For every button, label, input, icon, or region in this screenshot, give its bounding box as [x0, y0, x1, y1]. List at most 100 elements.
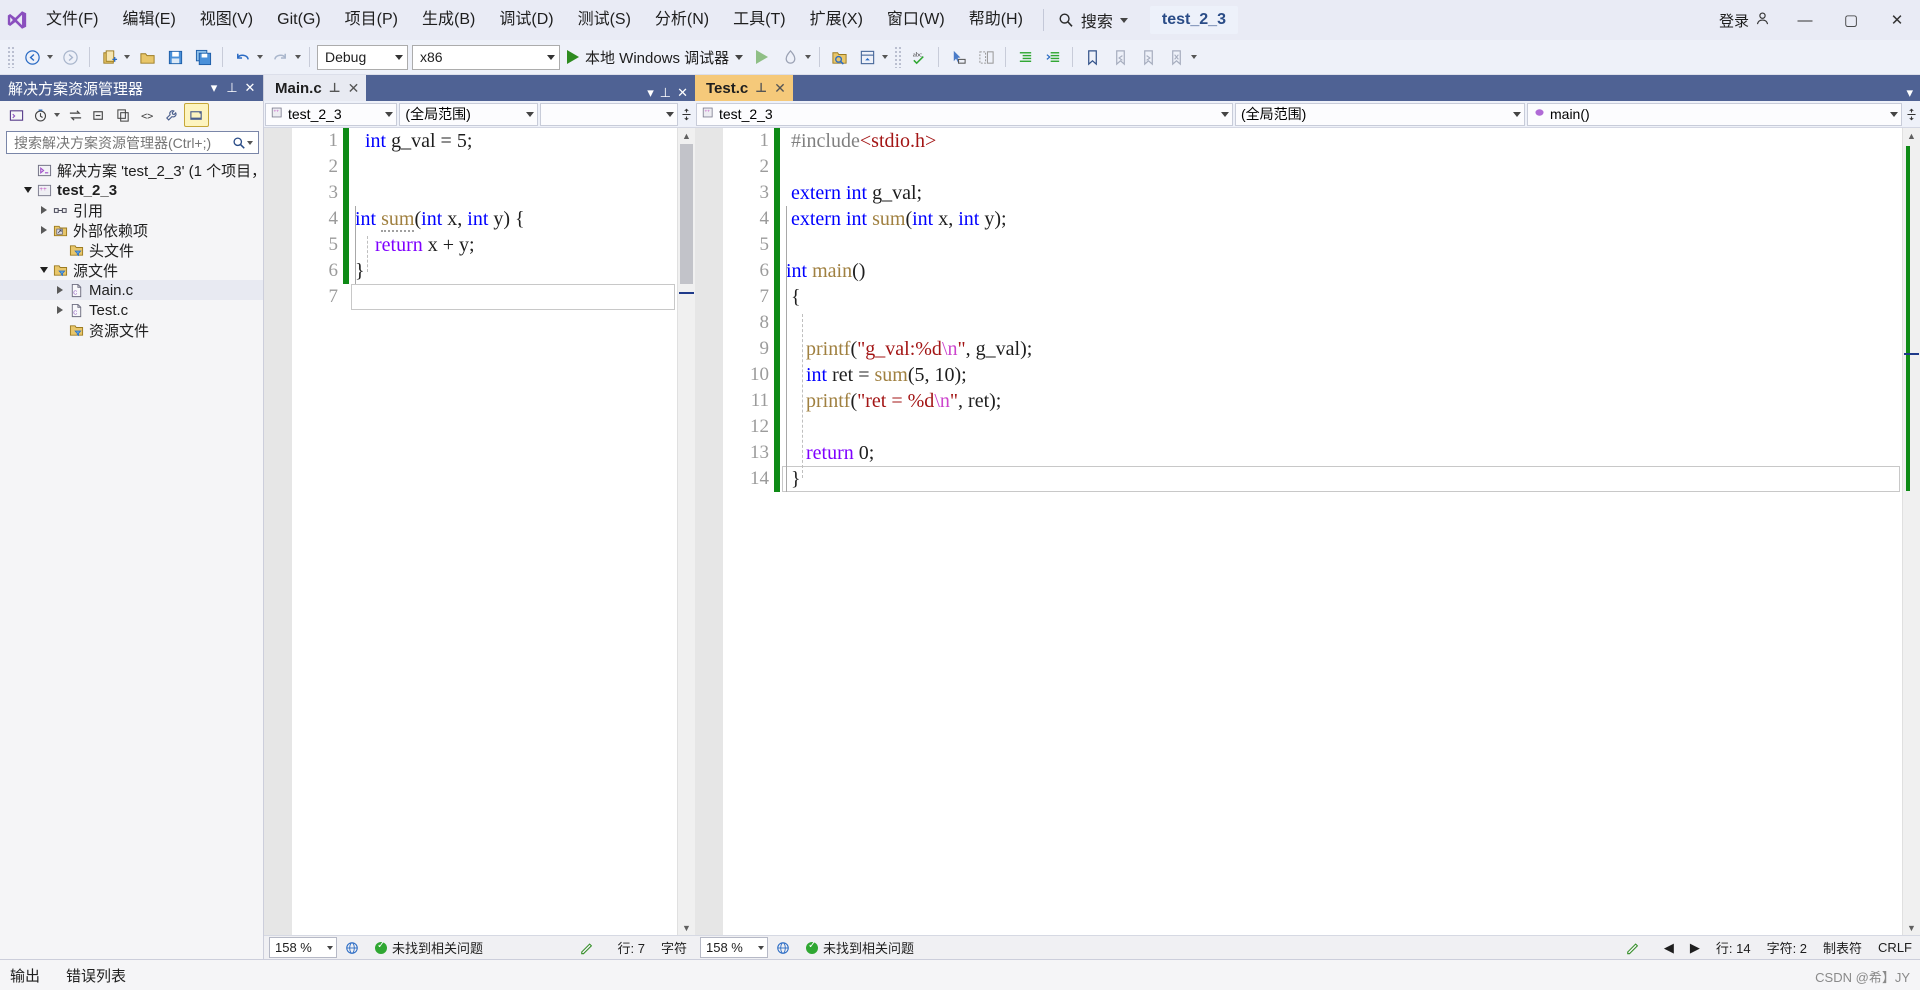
- minimize-button[interactable]: —: [1782, 0, 1828, 40]
- home-view-icon[interactable]: [5, 104, 28, 126]
- code-line[interactable]: return x + y;: [349, 232, 677, 258]
- menu-build[interactable]: 生成(B): [410, 0, 487, 40]
- chevron-right-icon[interactable]: [36, 201, 52, 219]
- redo-icon[interactable]: [267, 44, 293, 70]
- tree-item-test_2_3[interactable]: + + test_2_3: [0, 180, 263, 200]
- bookmark-icon[interactable]: [1079, 44, 1105, 70]
- code-line[interactable]: #include<stdio.h>: [780, 128, 1902, 154]
- hot-reload-dropdown-icon[interactable]: [805, 55, 812, 59]
- properties-icon[interactable]: [160, 104, 183, 126]
- chevron-right-icon[interactable]: [36, 221, 52, 239]
- search-icon[interactable]: [231, 135, 246, 150]
- editor-body-left[interactable]: 1 2 3 4 5 6 7 int g_val = 5; −int sum(int x, in…: [264, 128, 695, 935]
- close-button[interactable]: ✕: [1874, 0, 1920, 40]
- undo-icon[interactable]: [229, 44, 255, 70]
- chevron-right-icon[interactable]: [52, 301, 68, 319]
- tab-main-c[interactable]: Main.c ⊥ ✕: [264, 75, 367, 101]
- member-select-left[interactable]: [539, 102, 678, 126]
- open-file-icon[interactable]: [134, 44, 160, 70]
- solution-configuration-select[interactable]: Debug: [317, 44, 408, 70]
- scope-select-right[interactable]: (全局范围): [1235, 102, 1525, 126]
- editor-body-right[interactable]: 1 2 3 4 5 6 7 8 9 10 11 12 13 14 #include<stdio.h> ex…: [695, 128, 1920, 935]
- scope-select-left[interactable]: (全局范围): [399, 102, 538, 126]
- bookmark-clear-icon[interactable]: [1163, 44, 1189, 70]
- bookmark-next-icon[interactable]: [1135, 44, 1161, 70]
- pin-icon[interactable]: ⊥: [660, 85, 671, 101]
- menu-git[interactable]: Git(G): [265, 0, 333, 40]
- scroll-up-arrow-icon[interactable]: ▲: [678, 128, 695, 143]
- bookmark-prev-icon[interactable]: [1107, 44, 1133, 70]
- menu-edit[interactable]: 编辑(E): [110, 0, 187, 40]
- close-icon[interactable]: ✕: [348, 80, 360, 97]
- toolbar-overflow-icon[interactable]: [1191, 55, 1198, 59]
- zoom-level-right[interactable]: 158 %: [700, 937, 768, 958]
- code-line[interactable]: int ret = sum(5, 10);: [780, 362, 1902, 388]
- chevron-down-icon[interactable]: [54, 113, 60, 117]
- close-icon[interactable]: ✕: [677, 85, 688, 101]
- edit-icon[interactable]: [572, 941, 610, 955]
- chevron-down-icon[interactable]: [247, 140, 253, 145]
- layout-dropdown-icon[interactable]: [882, 55, 889, 59]
- menu-tools[interactable]: 工具(T): [721, 0, 797, 40]
- search-input[interactable]: [12, 133, 231, 152]
- code-line[interactable]: {: [780, 284, 1902, 310]
- tree-item-node-3[interactable]: 外部依赖项: [0, 220, 263, 240]
- quick-search-button[interactable]: 搜索: [1052, 0, 1134, 40]
- navigate-forward-icon[interactable]: [57, 44, 83, 70]
- menu-view[interactable]: 视图(V): [188, 0, 265, 40]
- code-line[interactable]: }: [349, 258, 677, 284]
- refresh-icon[interactable]: [112, 104, 135, 126]
- member-select-right[interactable]: main(): [1527, 102, 1902, 126]
- code-line[interactable]: printf("ret = %d\n", ret);: [780, 388, 1902, 414]
- close-icon[interactable]: ✕: [241, 78, 259, 98]
- project-select-left[interactable]: ++ test_2_3: [265, 102, 398, 126]
- toolbar-grip-2[interactable]: [894, 46, 903, 68]
- code-line[interactable]: [780, 232, 1902, 258]
- menu-file[interactable]: 文件(F): [34, 0, 110, 40]
- code-line[interactable]: [780, 154, 1902, 180]
- start-debugging-button[interactable]: 本地 Windows 调试器: [562, 44, 748, 70]
- menu-extensions[interactable]: 扩展(X): [798, 0, 875, 40]
- new-project-icon[interactable]: [96, 44, 122, 70]
- vertical-scrollbar-right[interactable]: ▲ ▼: [1902, 128, 1920, 935]
- back-dropdown-icon[interactable]: [47, 55, 53, 59]
- collapse-all-icon[interactable]: [88, 104, 111, 126]
- code-line[interactable]: extern int sum(int x, int y);: [780, 206, 1902, 232]
- tree-item-test.c[interactable]: C Test.c: [0, 300, 263, 320]
- issues-status-right[interactable]: 未找到相关问题: [798, 938, 922, 957]
- show-all-files-icon[interactable]: <>: [136, 104, 159, 126]
- pin-icon[interactable]: ⊥: [755, 80, 767, 96]
- sign-in-button[interactable]: 登录: [1707, 10, 1782, 31]
- start-without-debug-icon[interactable]: [749, 44, 775, 70]
- chevron-down-icon[interactable]: ▾: [647, 85, 654, 101]
- hot-reload-icon[interactable]: [777, 44, 803, 70]
- chevron-down-icon[interactable]: [36, 261, 52, 279]
- close-icon[interactable]: ✕: [774, 80, 786, 97]
- code-line[interactable]: }: [780, 466, 1902, 492]
- code-line[interactable]: −int sum(int x, int y) {: [349, 206, 677, 232]
- chevron-down-icon[interactable]: ▾: [205, 78, 223, 98]
- scroll-up-arrow-icon[interactable]: ▲: [1903, 128, 1920, 143]
- chevron-down-icon[interactable]: [20, 181, 36, 199]
- redo-dropdown-icon[interactable]: [295, 55, 301, 59]
- issues-status-left[interactable]: 未找到相关问题: [367, 938, 491, 957]
- breakpoint-gutter-right[interactable]: [695, 128, 723, 935]
- compare-icon[interactable]: [973, 44, 999, 70]
- menu-test[interactable]: 测试(S): [566, 0, 643, 40]
- tree-item-node-4[interactable]: 头文件: [0, 240, 263, 260]
- tab-test-c[interactable]: Test.c ⊥ ✕: [695, 75, 793, 101]
- selection-icon[interactable]: [945, 44, 971, 70]
- next-issue-arrow-icon[interactable]: ▶: [1682, 940, 1708, 956]
- prev-issue-arrow-icon[interactable]: ◀: [1656, 940, 1682, 956]
- tree-item-node-8[interactable]: 资源文件: [0, 320, 263, 340]
- pin-icon[interactable]: ⊥: [329, 80, 341, 96]
- menu-debug[interactable]: 调试(D): [487, 0, 565, 40]
- code-line[interactable]: [349, 154, 677, 180]
- outdent-icon[interactable]: [1040, 44, 1066, 70]
- window-layout-icon[interactable]: [854, 44, 880, 70]
- save-all-icon[interactable]: [190, 44, 216, 70]
- pin-icon[interactable]: ⊥: [223, 78, 241, 98]
- error-list-tab[interactable]: 错误列表: [62, 963, 130, 988]
- code-line[interactable]: [349, 284, 677, 310]
- indent-icon[interactable]: [1012, 44, 1038, 70]
